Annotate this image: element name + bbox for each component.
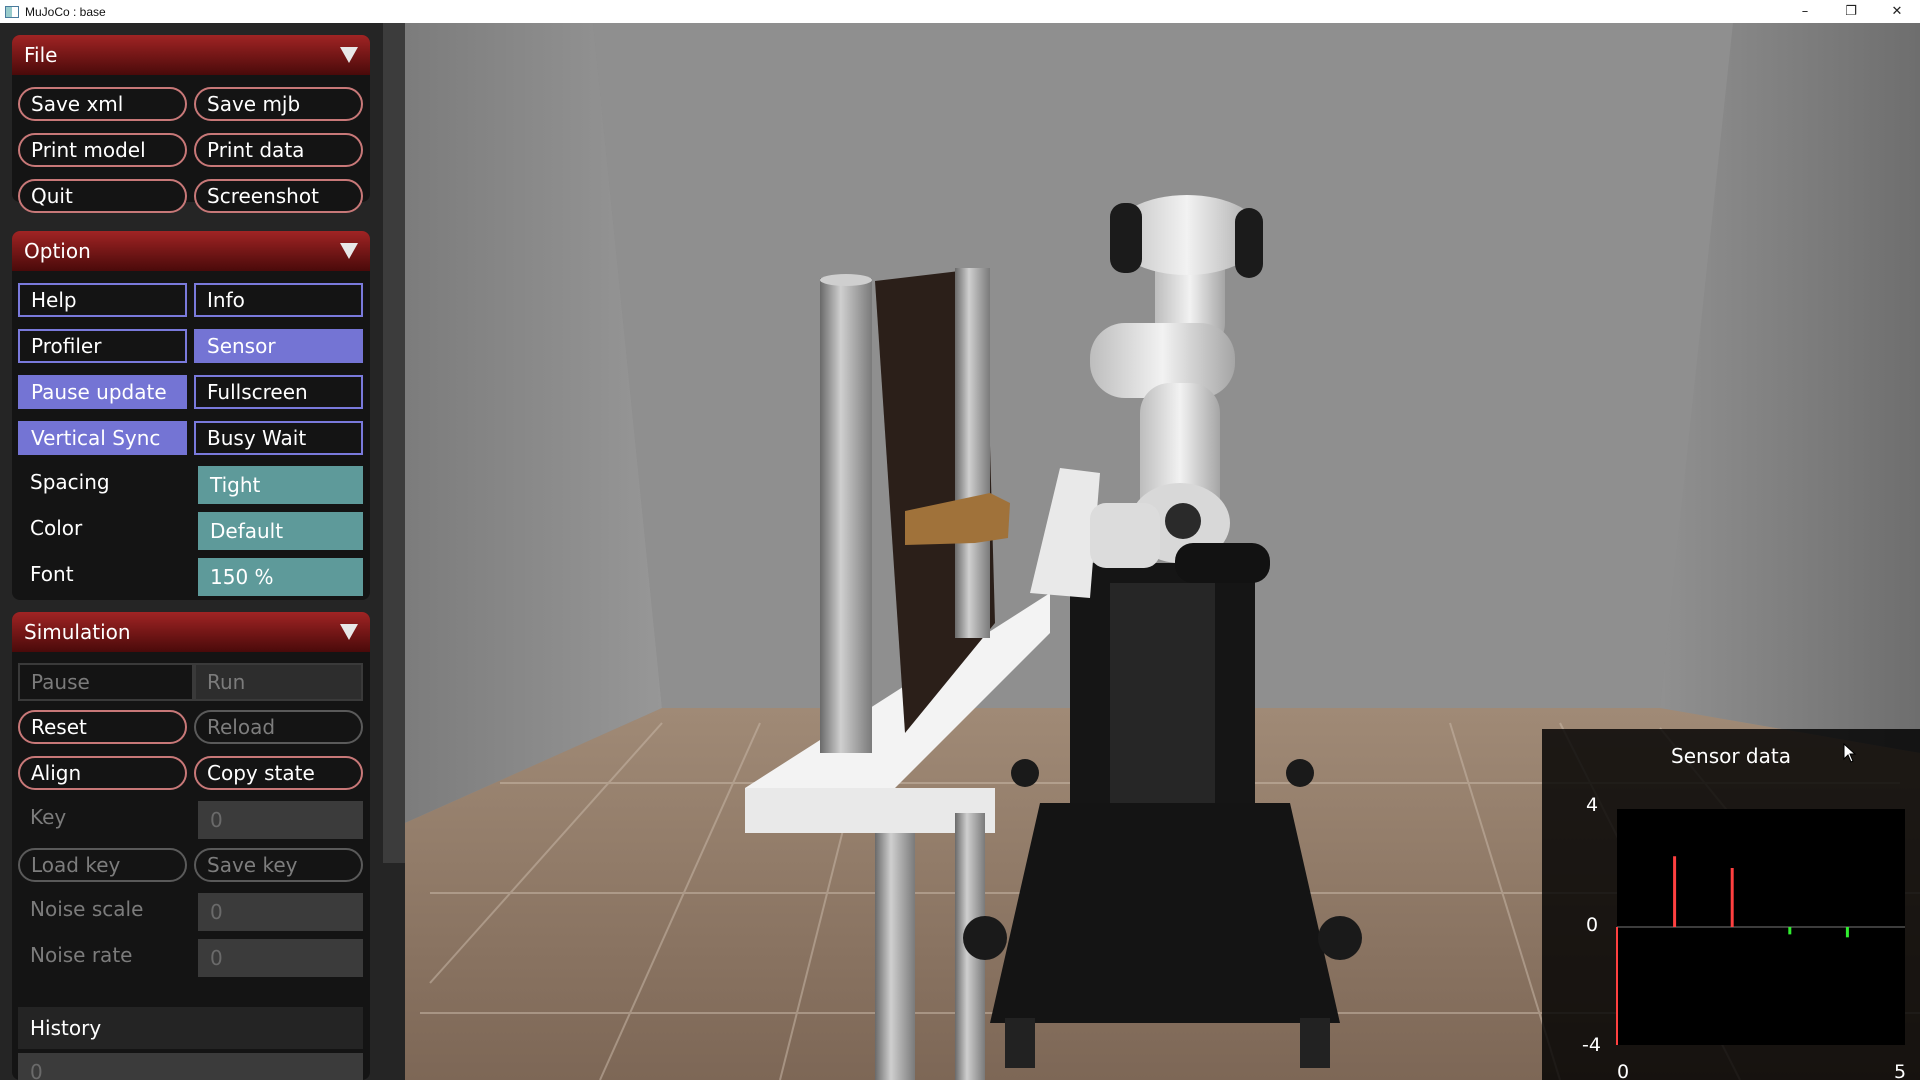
simulation-viewport[interactable]: File Save xml Save mjb Print model Print… bbox=[0, 23, 1920, 1080]
collapse-triangle-icon[interactable] bbox=[340, 47, 358, 63]
mouse-cursor-icon bbox=[1843, 743, 1857, 763]
vertical-sync-toggle[interactable]: Vertical Sync bbox=[18, 421, 187, 455]
pause-update-toggle[interactable]: Pause update bbox=[18, 375, 187, 409]
load-key-button[interactable]: Load key bbox=[18, 848, 187, 882]
save-mjb-button[interactable]: Save mjb bbox=[194, 87, 363, 121]
option-section: Option Help Info Profiler Sensor Pause u… bbox=[12, 231, 370, 600]
key-slider[interactable]: 0 bbox=[198, 801, 363, 839]
simulation-section: Simulation Pause Run Reset Reload Align … bbox=[12, 612, 370, 1080]
color-select[interactable]: Default bbox=[198, 512, 363, 550]
option-section-header[interactable]: Option bbox=[12, 231, 370, 271]
font-select[interactable]: 150 % bbox=[198, 558, 363, 596]
window-titlebar: MuJoCo : base – ❐ ✕ bbox=[0, 0, 1920, 24]
sensor-toggle[interactable]: Sensor bbox=[194, 329, 363, 363]
history-label: History bbox=[18, 1007, 363, 1049]
info-toggle[interactable]: Info bbox=[194, 283, 363, 317]
collapse-triangle-icon[interactable] bbox=[340, 243, 358, 259]
key-label: Key bbox=[30, 805, 67, 829]
print-model-button[interactable]: Print model bbox=[18, 133, 187, 167]
collapse-triangle-icon[interactable] bbox=[340, 624, 358, 640]
help-toggle[interactable]: Help bbox=[18, 283, 187, 317]
file-header-label: File bbox=[24, 43, 58, 67]
reset-button[interactable]: Reset bbox=[18, 710, 187, 744]
simulation-section-header[interactable]: Simulation bbox=[12, 612, 370, 652]
pause-radio[interactable]: Pause bbox=[18, 663, 194, 701]
noise-rate-label: Noise rate bbox=[30, 943, 133, 967]
panel-scrollbar[interactable] bbox=[383, 23, 405, 863]
color-label: Color bbox=[30, 516, 83, 540]
option-header-label: Option bbox=[24, 239, 91, 263]
history-slider[interactable]: 0 bbox=[18, 1053, 363, 1080]
spacing-select[interactable]: Tight bbox=[198, 466, 363, 504]
restore-icon[interactable]: ❐ bbox=[1828, 0, 1874, 23]
robot-base bbox=[990, 803, 1340, 1023]
ui-panel: File Save xml Save mjb Print model Print… bbox=[0, 23, 405, 1080]
app-icon bbox=[5, 5, 19, 18]
screenshot-button[interactable]: Screenshot bbox=[194, 179, 363, 213]
table-leg bbox=[875, 833, 915, 1080]
door-pole-right bbox=[955, 268, 990, 638]
busy-wait-toggle[interactable]: Busy Wait bbox=[194, 421, 363, 455]
align-button[interactable]: Align bbox=[18, 756, 187, 790]
sensor-plot-canvas bbox=[1616, 809, 1905, 1045]
run-radio[interactable]: Run bbox=[194, 663, 363, 701]
door-pole-left bbox=[820, 278, 872, 753]
sensor-data-plot: Sensor data 4 0 -4 0 5 bbox=[1542, 729, 1920, 1080]
noise-scale-label: Noise scale bbox=[30, 897, 144, 921]
window-title: MuJoCo : base bbox=[25, 4, 106, 19]
noise-rate-slider[interactable]: 0 bbox=[198, 939, 363, 977]
quit-button[interactable]: Quit bbox=[18, 179, 187, 213]
print-data-button[interactable]: Print data bbox=[194, 133, 363, 167]
simulation-header-label: Simulation bbox=[24, 620, 131, 644]
fullscreen-toggle[interactable]: Fullscreen bbox=[194, 375, 363, 409]
file-section: File Save xml Save mjb Print model Print… bbox=[12, 35, 370, 213]
save-key-button[interactable]: Save key bbox=[194, 848, 363, 882]
spacing-label: Spacing bbox=[30, 470, 110, 494]
minimize-icon[interactable]: – bbox=[1782, 0, 1828, 23]
noise-scale-slider[interactable]: 0 bbox=[198, 893, 363, 931]
font-label: Font bbox=[30, 562, 74, 586]
file-section-header[interactable]: File bbox=[12, 35, 370, 75]
close-icon[interactable]: ✕ bbox=[1874, 0, 1920, 23]
profiler-toggle[interactable]: Profiler bbox=[18, 329, 187, 363]
copy-state-button[interactable]: Copy state bbox=[194, 756, 363, 790]
save-xml-button[interactable]: Save xml bbox=[18, 87, 187, 121]
reload-button[interactable]: Reload bbox=[194, 710, 363, 744]
